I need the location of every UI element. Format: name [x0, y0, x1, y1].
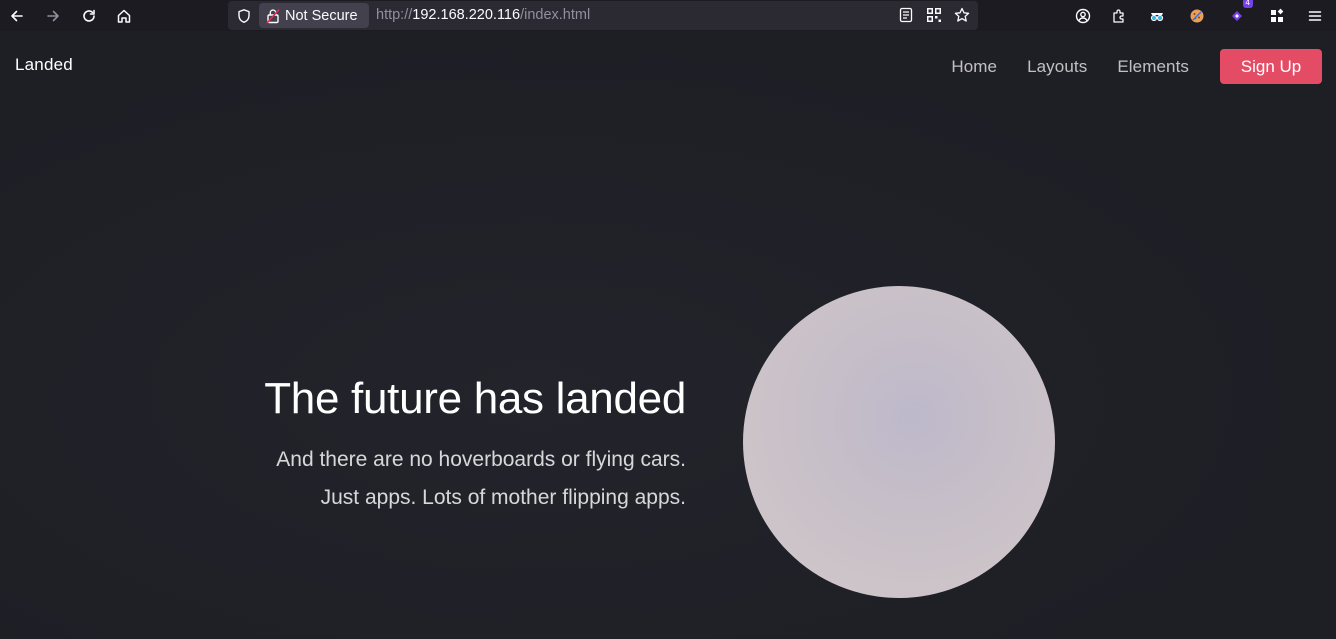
url-host: 192.168.220.116	[412, 7, 521, 23]
tracking-shield-icon[interactable]	[236, 8, 252, 24]
not-secure-label: Not Secure	[285, 7, 358, 24]
hero-subtitle-line-1: And there are no hoverboards or flying c…	[276, 448, 686, 471]
not-secure-indicator[interactable]: Not Secure	[259, 3, 369, 28]
nav-elements-link[interactable]: Elements	[1117, 57, 1189, 77]
reload-icon[interactable]	[77, 4, 101, 28]
qr-code-icon[interactable]	[926, 7, 942, 23]
url-text[interactable]: http://192.168.220.116/index.html	[376, 7, 590, 23]
sign-up-button[interactable]: Sign Up	[1220, 49, 1322, 84]
main-nav: Home Layouts Elements Sign Up	[951, 49, 1322, 84]
nav-home-link[interactable]: Home	[951, 57, 997, 77]
hero-circle-image	[743, 286, 1055, 598]
home-icon[interactable]	[112, 4, 136, 28]
bookmark-star-icon[interactable]	[954, 7, 970, 23]
address-bar[interactable]: Not Secure http://192.168.220.116/index.…	[228, 1, 978, 30]
account-icon[interactable]	[1071, 4, 1095, 28]
menu-hamburger-icon[interactable]	[1303, 4, 1327, 28]
spy-glasses-extension-icon[interactable]	[1145, 4, 1169, 28]
page-content: Landed Home Layouts Elements Sign Up The…	[0, 31, 1336, 639]
extensions-puzzle-icon[interactable]	[1107, 4, 1131, 28]
hacktools-extension-icon[interactable]: 4	[1225, 0, 1253, 28]
reader-view-icon[interactable]	[898, 7, 914, 23]
insecure-lock-icon	[266, 8, 280, 24]
browser-toolbar: Not Secure http://192.168.220.116/index.…	[0, 0, 1336, 31]
site-brand[interactable]: Landed	[15, 55, 73, 75]
url-path: /index.html	[520, 7, 591, 23]
hero-title: The future has landed	[264, 374, 686, 423]
hero-subtitle-line-2: Just apps. Lots of mother flipping apps.	[320, 486, 686, 509]
site-header: Landed Home Layouts Elements Sign Up	[0, 31, 1336, 101]
forward-arrow-icon[interactable]	[41, 4, 65, 28]
nav-layouts-link[interactable]: Layouts	[1027, 57, 1087, 77]
url-scheme: http://	[376, 7, 413, 23]
apps-grid-icon[interactable]	[1265, 4, 1289, 28]
back-arrow-icon[interactable]	[5, 4, 29, 28]
cookie-extension-icon[interactable]	[1185, 4, 1209, 28]
extension-badge: 4	[1242, 0, 1253, 8]
